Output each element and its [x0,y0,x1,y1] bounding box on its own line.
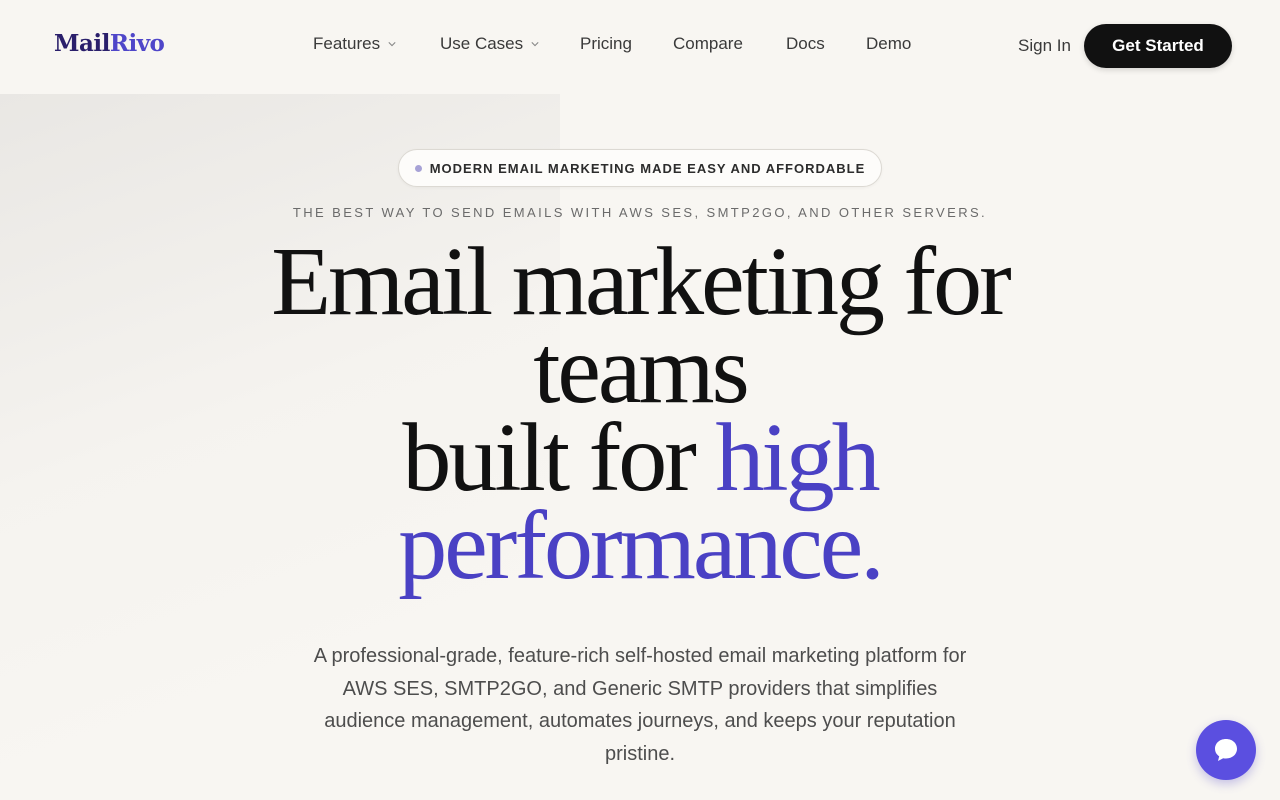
nav-features[interactable]: Features [313,34,396,54]
nav-compare[interactable]: Compare [673,34,743,54]
nav-pricing-label: Pricing [580,34,632,53]
hero-badge: MODERN EMAIL MARKETING MADE EASY AND AFF… [398,149,882,187]
chat-widget-button[interactable] [1196,720,1256,780]
nav-docs-label: Docs [786,34,825,53]
headline-accent-performance: performance. [398,492,885,600]
nav-features-label: Features [313,34,381,53]
chat-bubble-icon [1215,739,1237,761]
hero-description: A professional-grade, feature-rich self-… [313,645,967,765]
site-header: MailRivo Features Use Cases Pricing Comp… [0,0,1280,94]
nav-use-cases[interactable]: Use Cases [440,34,539,54]
hero-subtitle: THE BEST WAY TO SEND EMAILS WITH AWS SES… [292,205,988,220]
dot-icon [414,164,422,172]
nav-demo[interactable]: Demo [866,34,911,54]
headline-line-2: teams [533,316,750,424]
chevron-down-icon [531,42,539,47]
nav-docs[interactable]: Docs [786,34,825,54]
headline-line-3: built for high [140,409,1140,507]
nav-compare-label: Compare [673,34,743,53]
logo-text-part1: Mail [54,30,110,57]
nav-use-cases-label: Use Cases [440,34,524,53]
logo[interactable]: MailRivo [54,30,165,57]
hero-badge-text: MODERN EMAIL MARKETING MADE EASY AND AFF… [429,160,866,176]
nav-demo-label: Demo [866,34,912,53]
nav-pricing[interactable]: Pricing [580,34,632,54]
logo-text-part2: Rivo [109,30,165,57]
chevron-down-icon [388,42,396,47]
hero-headline: Email marketing for teams built for high… [140,228,1140,600]
get-started-button[interactable]: Get Started [1084,24,1232,68]
headline-line-1: Email marketing for [271,228,1012,336]
sign-in-link[interactable]: Sign In [1018,36,1071,56]
